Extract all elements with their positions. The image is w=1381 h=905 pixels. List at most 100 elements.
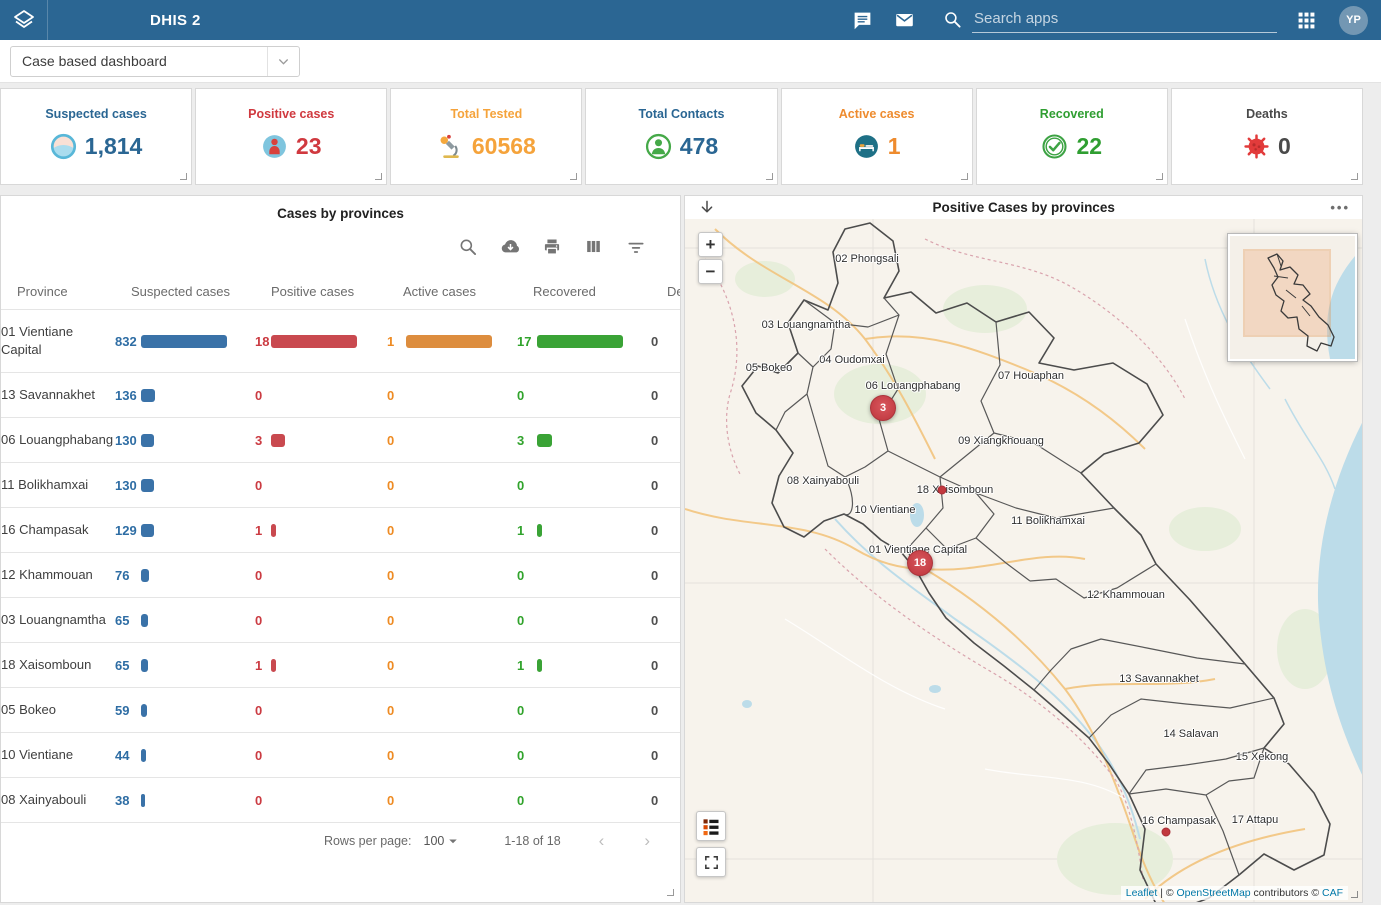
fullscreen-button[interactable] [696, 847, 726, 877]
active-value: 0 [387, 523, 406, 538]
apps-grid-icon[interactable] [1293, 7, 1319, 33]
resize-handle[interactable] [180, 173, 187, 180]
active-cell: 0 [387, 793, 517, 808]
column-header[interactable]: Active cases [403, 284, 533, 299]
column-header[interactable]: Recovered [533, 284, 658, 299]
more-options-icon[interactable]: ••• [1330, 204, 1350, 212]
download-icon[interactable] [697, 198, 717, 218]
recovered-value: 1 [517, 523, 537, 538]
active-cell: 1 [387, 334, 517, 349]
suspected-bar [141, 524, 154, 537]
stat-card-title: Total Tested [391, 107, 581, 121]
table-row[interactable]: 18 Xaisomboun651010 [1, 642, 681, 687]
column-header[interactable]: Suspected cases [131, 284, 271, 299]
zoom-out-button[interactable]: − [698, 259, 723, 284]
search-icon [943, 10, 962, 29]
osm-link[interactable]: OpenStreetMap [1177, 887, 1251, 899]
virus-icon [1243, 133, 1270, 160]
table-row[interactable]: 10 Vientiane440000 [1, 732, 681, 777]
resize-handle[interactable] [1351, 891, 1358, 898]
suspected-value: 44 [115, 748, 141, 763]
stat-card-title: Positive cases [196, 107, 386, 121]
next-page-button[interactable]: › [644, 831, 650, 851]
case-cluster-marker[interactable] [1162, 828, 1171, 837]
caf-link[interactable]: CAF [1322, 887, 1343, 899]
recovered-bar [537, 524, 542, 537]
table-filter-icon[interactable] [626, 237, 646, 257]
suspected-value: 136 [115, 388, 141, 403]
table-search-icon[interactable] [458, 237, 478, 257]
table-row[interactable]: 13 Savannakhet1360000 [1, 372, 681, 417]
active-value: 0 [387, 568, 406, 583]
prev-page-button[interactable]: ‹ [599, 831, 605, 851]
resize-handle[interactable] [570, 173, 577, 180]
recovered-cell: 17 [517, 334, 642, 349]
stat-card-positive-cases[interactable]: Positive cases23 [195, 88, 387, 185]
recovered-cell: 3 [517, 433, 642, 448]
dashboard-select[interactable]: Case based dashboard [10, 46, 300, 77]
table-row[interactable]: 16 Champasak1291010 [1, 507, 681, 552]
column-header[interactable]: Positive cases [271, 284, 403, 299]
table-columns-icon[interactable] [584, 237, 604, 257]
positive-value: 0 [255, 793, 271, 808]
suspected-bar [141, 614, 148, 627]
positive-bar [271, 524, 276, 537]
table-row[interactable]: 11 Bolikhamxai1300000 [1, 462, 681, 507]
suspected-cell: 59 [115, 703, 255, 718]
resize-handle[interactable] [961, 173, 968, 180]
resize-handle[interactable] [1351, 173, 1358, 180]
user-avatar[interactable]: YP [1339, 6, 1368, 35]
table-row[interactable]: 01 Vientiane Capital832181170 [1, 309, 681, 372]
resize-handle[interactable] [1156, 173, 1163, 180]
leaflet-link[interactable]: Leaflet [1126, 887, 1158, 899]
resize-handle[interactable] [667, 889, 674, 896]
positive-value: 18 [255, 334, 271, 349]
table-print-icon[interactable] [542, 237, 562, 257]
table-row[interactable]: 05 Bokeo590000 [1, 687, 681, 732]
stat-card-active-cases[interactable]: Active cases1 [781, 88, 973, 185]
stat-card-value: 60568 [472, 133, 536, 160]
mail-icon[interactable] [891, 7, 917, 33]
stat-card-recovered[interactable]: Recovered22 [976, 88, 1168, 185]
active-cell: 0 [387, 613, 517, 628]
zoom-in-button[interactable]: + [698, 232, 723, 257]
table-row[interactable]: 08 Xainyabouli380000 [1, 777, 681, 822]
stat-card-total-contacts[interactable]: Total Contacts478 [585, 88, 777, 185]
search-input[interactable] [972, 7, 1277, 32]
table-row[interactable]: 06 Louangphabang1303030 [1, 417, 681, 462]
recovered-cell: 1 [517, 523, 642, 538]
recovered-value: 0 [517, 703, 537, 718]
recovered-value: 0 [517, 613, 537, 628]
case-cluster-marker[interactable]: 3 [870, 395, 896, 421]
recovered-bar [537, 659, 542, 672]
column-header[interactable]: Province [17, 284, 131, 299]
stat-card-deaths[interactable]: Deaths0 [1171, 88, 1363, 185]
table-download-icon[interactable] [500, 237, 520, 257]
deaths-value: 0 [642, 793, 681, 808]
messages-icon[interactable] [849, 7, 875, 33]
dhis2-logo[interactable] [0, 0, 48, 40]
case-cluster-marker[interactable] [938, 486, 947, 495]
positive-value: 0 [255, 568, 271, 583]
table-row[interactable]: 03 Louangnamtha650000 [1, 597, 681, 642]
suspected-bar [141, 569, 149, 582]
active-value: 0 [387, 478, 406, 493]
suspected-cell: 136 [115, 388, 255, 403]
recovered-value: 17 [517, 334, 537, 349]
stat-card-total-tested[interactable]: Total Tested 60568 [390, 88, 582, 185]
pagination-range: 1-18 of 18 [504, 834, 560, 848]
stat-card-value: 478 [680, 133, 718, 160]
resize-handle[interactable] [766, 173, 773, 180]
fullscreen-icon [703, 854, 720, 871]
table-row[interactable]: 12 Khammouan760000 [1, 552, 681, 597]
rows-per-page-select[interactable]: 100 [424, 832, 463, 850]
suspected-value: 130 [115, 478, 141, 493]
resize-handle[interactable] [375, 173, 382, 180]
suspected-value: 76 [115, 568, 141, 583]
case-cluster-marker[interactable]: 18 [907, 550, 933, 576]
stat-card-suspected-cases[interactable]: Suspected cases1,814 [0, 88, 192, 185]
legend-button[interactable] [696, 811, 726, 841]
column-header[interactable]: Deaths [658, 284, 681, 299]
overview-minimap[interactable] [1228, 234, 1357, 361]
recovered-cell: 0 [517, 748, 642, 763]
